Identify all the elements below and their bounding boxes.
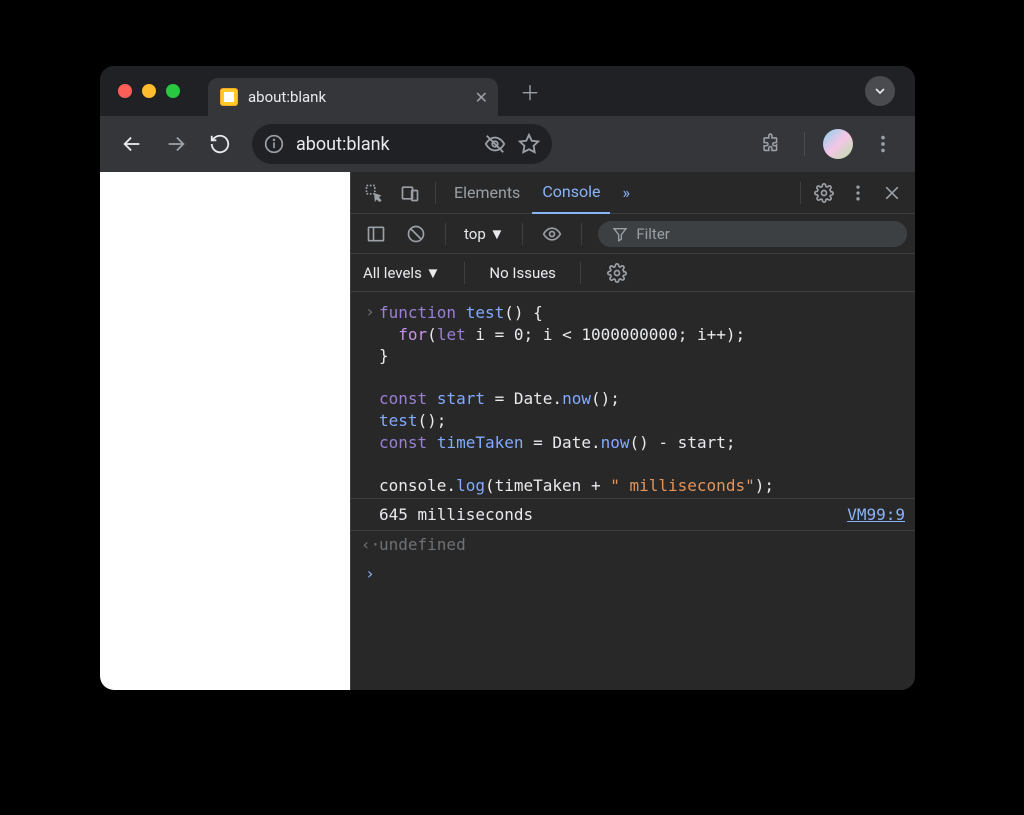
tab-strip: about:blank ✕ ＋ [100, 66, 915, 116]
divider [435, 182, 436, 204]
close-tab-button[interactable]: ✕ [475, 88, 488, 107]
browser-menu-button[interactable] [865, 126, 901, 162]
console-body[interactable]: › function test() { for(let i = 0; i < 1… [351, 292, 915, 690]
log-output: 645 milliseconds [379, 505, 533, 524]
log-source-link[interactable]: VM99:9 [847, 505, 905, 524]
browser-window: about:blank ✕ ＋ about:blank [100, 66, 915, 690]
live-expression-icon[interactable] [535, 217, 569, 251]
clear-console-icon[interactable] [399, 217, 433, 251]
window-controls [118, 84, 180, 98]
divider [522, 223, 523, 245]
tab-console[interactable]: Console [532, 172, 610, 214]
issues-button[interactable]: No Issues [489, 264, 556, 282]
issues-label: No Issues [489, 264, 556, 282]
profile-avatar[interactable] [823, 129, 853, 159]
console-toolbar: top ▼ Filter [351, 214, 915, 254]
filter-icon [612, 226, 628, 242]
page-viewport[interactable] [100, 172, 350, 690]
prompt-marker-icon: › [361, 564, 379, 583]
devtools-settings-icon[interactable] [807, 176, 841, 210]
filter-placeholder: Filter [636, 225, 670, 243]
reload-button[interactable] [202, 126, 238, 162]
filter-input[interactable]: Filter [598, 221, 907, 247]
tab-title: about:blank [248, 88, 326, 106]
browser-toolbar: about:blank [100, 116, 915, 172]
maximize-window-button[interactable] [166, 84, 180, 98]
tab-elements[interactable]: Elements [444, 172, 530, 214]
browser-tab[interactable]: about:blank ✕ [208, 78, 498, 116]
tab-more[interactable]: » [612, 172, 640, 214]
device-toolbar-icon[interactable] [393, 176, 427, 210]
console-settings-icon[interactable] [605, 256, 629, 290]
toolbar-divider [804, 132, 805, 156]
back-button[interactable] [114, 126, 150, 162]
console-toolbar-2: All levels ▼ No Issues [351, 254, 915, 292]
devtools-header: Elements Console » [351, 172, 915, 214]
console-prompt[interactable]: › [351, 558, 915, 589]
console-input-row: › function test() { for(let i = 0; i < 1… [351, 300, 915, 498]
toggle-sidebar-icon[interactable] [359, 217, 393, 251]
devtools-menu-icon[interactable] [841, 176, 875, 210]
tab-favicon [220, 88, 238, 106]
tab-search-button[interactable] [865, 76, 895, 106]
context-selector[interactable]: top ▼ [458, 225, 510, 243]
devtools-panel: Elements Console » [350, 172, 915, 690]
log-levels-label: All levels [363, 264, 422, 282]
log-levels-selector[interactable]: All levels ▼ [363, 264, 440, 282]
extensions-button[interactable] [754, 126, 790, 162]
return-value: undefined [379, 535, 466, 554]
new-tab-button[interactable]: ＋ [516, 77, 544, 105]
devtools-close-icon[interactable] [875, 176, 909, 210]
inspect-element-icon[interactable] [357, 176, 391, 210]
forward-button[interactable] [158, 126, 194, 162]
divider [464, 262, 465, 284]
divider [581, 223, 582, 245]
site-info-icon[interactable] [264, 134, 284, 154]
bookmark-star-icon[interactable] [518, 133, 540, 155]
output-marker-icon: ‹· [361, 535, 379, 554]
context-label: top [464, 225, 486, 243]
close-window-button[interactable] [118, 84, 132, 98]
console-code: function test() { for(let i = 0; i < 100… [379, 302, 905, 496]
divider [445, 223, 446, 245]
divider [800, 182, 801, 204]
content-area: Elements Console » [100, 172, 915, 690]
address-bar[interactable]: about:blank [252, 124, 552, 164]
input-marker-icon: › [361, 302, 379, 496]
console-return-row: ‹· undefined [351, 531, 915, 558]
url-text: about:blank [296, 134, 472, 155]
console-log-row: 645 milliseconds VM99:9 [351, 498, 915, 531]
minimize-window-button[interactable] [142, 84, 156, 98]
eye-off-icon[interactable] [484, 133, 506, 155]
divider [580, 262, 581, 284]
